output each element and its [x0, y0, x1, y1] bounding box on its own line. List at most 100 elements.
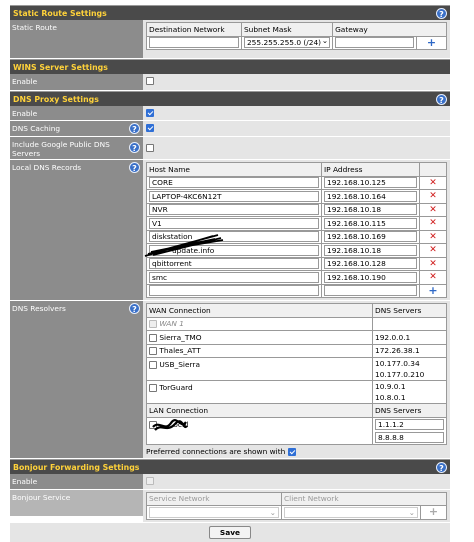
static-route-header: Static Route Settings ?	[10, 5, 450, 20]
service-network-select[interactable]: ⌄	[149, 506, 279, 518]
torguard-dns-1: 10.9.0.1	[375, 382, 406, 391]
chevron-down-icon: ⌄	[269, 507, 276, 517]
lan-dns-input-1[interactable]: 1.1.1.2	[375, 418, 444, 430]
local-dns-records-cell: Host Name IP Address CORE 192.168.10.125 ✕…	[143, 160, 450, 300]
dns-resolvers-cell: WAN Connection DNS Servers WAN 1 Sierra_…	[143, 301, 450, 458]
add-bonjour-button[interactable]: +	[420, 505, 447, 520]
help-icon[interactable]: ?	[436, 461, 447, 473]
gateway-input[interactable]	[335, 37, 414, 49]
save-button[interactable]: Save	[208, 525, 252, 539]
dns-caching-checkbox[interactable]	[146, 124, 154, 132]
delete-icon[interactable]: ✕	[419, 256, 447, 271]
thales-att-checkbox[interactable]	[149, 347, 157, 356]
add-record-button[interactable]: +	[419, 283, 447, 298]
delete-icon[interactable]: ✕	[419, 216, 447, 231]
subnet-mask-select[interactable]: 255.255.255.0 (/24) ⌄	[243, 36, 331, 49]
service-network-header: Service Network	[146, 491, 282, 506]
wan-1-checkbox[interactable]	[149, 320, 157, 329]
dns-resolvers-text: DNS Resolvers	[12, 304, 66, 313]
ip-address-input[interactable]: 192.168.10.18	[324, 204, 417, 216]
help-icon[interactable]: ?	[129, 303, 140, 314]
help-icon[interactable]: ?	[129, 123, 140, 134]
bonjour-service-label: Bonjour Service	[10, 489, 143, 516]
bonjour-enable-checkbox[interactable]	[146, 476, 154, 485]
google-dns-text: Include Google Public DNS Servers	[12, 140, 110, 158]
bonjour-service-row: Bonjour Service Service Network Client N…	[10, 489, 450, 523]
host-name-input[interactable]: update.info	[149, 244, 319, 256]
wins-enable-checkbox[interactable]	[146, 77, 154, 85]
dns-enable-checkbox[interactable]	[146, 109, 154, 117]
help-icon[interactable]: ?	[129, 142, 140, 153]
lan-dns-input-2[interactable]: 8.8.8.8	[375, 431, 444, 443]
google-dns-label: Include Google Public DNS Servers ?	[10, 137, 143, 159]
host-name-input[interactable]: diskstation	[149, 231, 319, 243]
ip-address-input[interactable]: 192.168.10.169	[324, 231, 417, 243]
delete-icon[interactable]: ✕	[419, 270, 447, 285]
client-network-select[interactable]: ⌄	[284, 506, 418, 518]
host-name-input[interactable]: LAPTOP-4KC6N12T	[149, 190, 319, 202]
table-row: update.info 192.168.10.18 ✕	[146, 243, 447, 258]
wan-1-label: WAN 1	[159, 319, 184, 329]
new-host-name-input[interactable]	[149, 285, 319, 297]
dns-proxy-title: DNS Proxy Settings	[13, 95, 99, 104]
lan-checkbox[interactable]	[149, 420, 157, 429]
table-row: Thales_ATT 172.26.38.1	[146, 343, 447, 358]
delete-icon[interactable]: ✕	[419, 189, 447, 204]
ip-address-input[interactable]: 192.168.10.164	[324, 190, 417, 202]
help-icon[interactable]: ?	[436, 8, 447, 19]
host-name-input[interactable]: smc	[149, 271, 319, 283]
sierra-tmo-dns: 192.0.0.1	[372, 330, 447, 345]
table-row: smc 192.168.10.190 ✕	[146, 270, 447, 285]
add-route-button[interactable]: +	[416, 35, 447, 50]
static-route-label: Static Route	[10, 20, 143, 58]
bonjour-title: Bonjour Forwarding Settings	[13, 462, 140, 472]
google-dns-checkbox[interactable]	[146, 144, 154, 152]
delete-icon[interactable]: ✕	[419, 243, 447, 258]
preferred-connections-note: Preferred connections are shown with	[146, 445, 447, 456]
delete-icon[interactable]: ✕	[419, 229, 447, 244]
lan-dns-servers-header: DNS Servers	[372, 403, 447, 418]
usb-sierra-dns-2: 10.177.0.210	[375, 370, 425, 379]
preferred-connections-text: Preferred connections are shown with	[146, 446, 286, 456]
host-name-input[interactable]: NVR	[149, 204, 319, 216]
torguard-label: TorGuard	[159, 383, 193, 392]
ip-address-input[interactable]: 192.168.10.115	[324, 217, 417, 229]
host-name-header: Host Name	[146, 162, 322, 177]
thales-att-dns: 172.26.38.1	[372, 343, 447, 358]
settings-page: Static Route Settings ? Static Route Des…	[10, 5, 450, 542]
static-route-row: Static Route Destination Network Subnet …	[10, 20, 450, 59]
dns-resolvers-row: DNS Resolvers ? WAN Connection DNS Serve…	[10, 301, 450, 459]
usb-sierra-label: USB_Sierra	[159, 360, 200, 369]
table-row: qbittorrent 192.168.10.128 ✕	[146, 256, 447, 271]
delete-icon[interactable]: ✕	[419, 175, 447, 190]
destination-network-input[interactable]	[149, 37, 239, 49]
torguard-checkbox[interactable]	[149, 384, 157, 392]
new-ip-address-input[interactable]	[324, 285, 417, 297]
local-dns-records-text: Local DNS Records	[12, 163, 82, 172]
bonjour-enable-row: Enable	[10, 473, 450, 490]
thales-att-label: Thales_ATT	[159, 346, 201, 356]
help-icon[interactable]: ?	[436, 94, 447, 105]
ip-address-input[interactable]: 192.168.10.125	[324, 177, 417, 189]
ip-address-header: IP Address	[321, 162, 420, 177]
dns-resolvers-label: DNS Resolvers ?	[10, 301, 143, 458]
table-row: CORE 192.168.10.125 ✕	[146, 175, 447, 190]
table-row: TorGuard 10.9.0.1 10.8.0.1	[146, 380, 447, 404]
ip-address-input[interactable]: 192.168.10.18	[324, 244, 417, 256]
host-name-input[interactable]: V1	[149, 217, 319, 229]
ip-address-input[interactable]: 192.168.10.190	[324, 271, 417, 283]
wan-connection-header: WAN Connection	[146, 303, 373, 318]
host-name-input[interactable]: CORE	[149, 177, 319, 189]
ip-address-input[interactable]: 192.168.10.128	[324, 258, 417, 270]
delete-icon[interactable]: ✕	[419, 202, 447, 217]
dns-caching-label: DNS Caching ?	[10, 121, 143, 136]
usb-sierra-checkbox[interactable]	[149, 361, 157, 369]
table-row: NVR 192.168.10.18 ✕	[146, 202, 447, 217]
subnet-mask-value: 255.255.255.0 (/24)	[246, 38, 322, 48]
help-icon[interactable]: ?	[129, 162, 140, 173]
wins-enable-label: Enable	[10, 74, 143, 90]
host-name-input[interactable]: qbittorrent	[149, 258, 319, 270]
torguard-dns-2: 10.8.0.1	[375, 393, 406, 402]
table-row: USB_Sierra 10.177.0.34 10.177.0.210	[146, 357, 447, 381]
sierra-tmo-checkbox[interactable]	[149, 333, 157, 342]
